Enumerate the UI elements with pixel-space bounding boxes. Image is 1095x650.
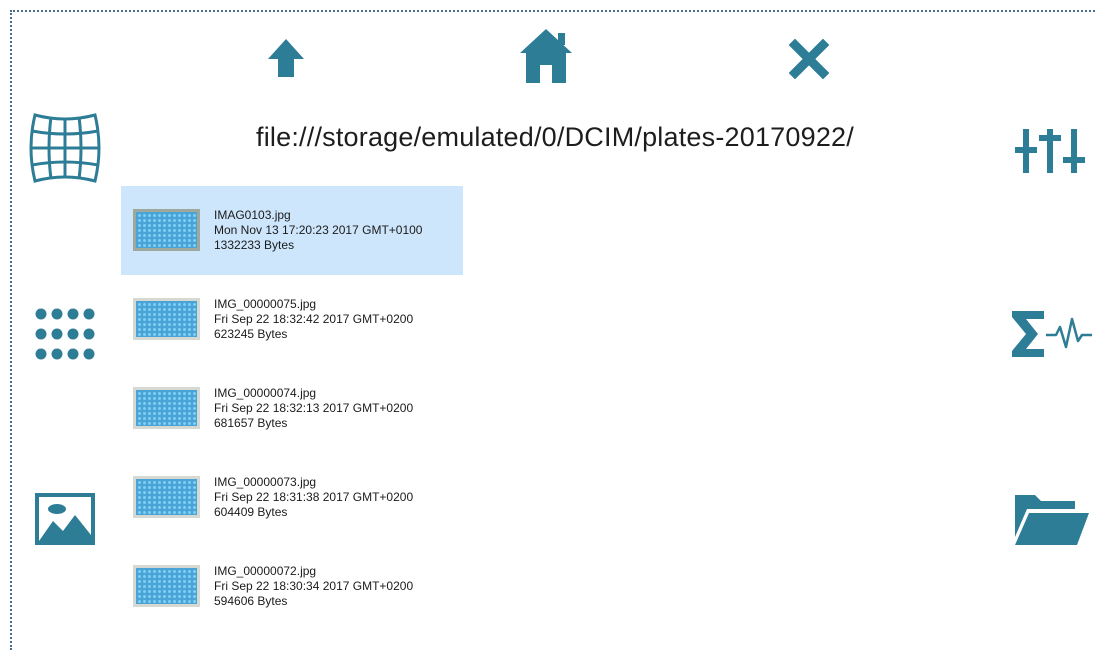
file-info: IMG_00000075.jpg Fri Sep 22 18:32:42 201… — [214, 297, 413, 342]
folder-open-icon — [1015, 495, 1089, 545]
file-thumbnail — [133, 565, 200, 607]
file-row[interactable]: IMG_00000075.jpg Fri Sep 22 18:32:42 201… — [121, 275, 463, 364]
up-button[interactable] — [262, 34, 310, 82]
file-date: Fri Sep 22 18:30:34 2017 GMT+0200 — [214, 579, 414, 593]
grid-warp-icon — [29, 113, 101, 183]
current-path: file:///storage/emulated/0/DCIM/plates-2… — [256, 122, 854, 152]
close-button[interactable] — [786, 36, 832, 82]
file-name: IMG_00000074.jpg — [214, 386, 317, 400]
file-thumbnail — [133, 476, 200, 518]
open-folder-button[interactable] — [1010, 486, 1090, 548]
file-info: IMG_00000074.jpg Fri Sep 22 18:32:13 201… — [214, 386, 413, 431]
home-icon — [520, 29, 572, 83]
file-name: IMG_00000075.jpg — [214, 297, 317, 311]
arrow-up-icon — [268, 39, 304, 77]
dot-matrix-icon — [35, 308, 95, 360]
file-row[interactable]: IMG_00000074.jpg Fri Sep 22 18:32:13 201… — [121, 364, 463, 453]
home-button[interactable] — [516, 26, 576, 86]
image-icon — [35, 493, 95, 545]
file-date: Fri Sep 22 18:31:38 2017 GMT+0200 — [214, 490, 414, 504]
statistics-button[interactable] — [1008, 304, 1094, 364]
close-icon — [789, 39, 829, 79]
sliders-icon — [1015, 129, 1085, 173]
file-name: IMG_00000072.jpg — [214, 564, 317, 578]
image-button[interactable] — [32, 490, 98, 548]
sum-signal-icon — [1012, 311, 1092, 357]
file-date: Fri Sep 22 18:32:42 2017 GMT+0200 — [214, 312, 414, 326]
file-size: 623245 Bytes — [214, 327, 288, 341]
file-info: IMAG0103.jpg Mon Nov 13 17:20:23 2017 GM… — [214, 208, 422, 253]
file-size: 604409 Bytes — [214, 505, 288, 519]
file-row[interactable]: IMG_00000073.jpg Fri Sep 22 18:31:38 201… — [121, 453, 463, 542]
file-size: 594606 Bytes — [214, 594, 288, 608]
file-thumbnail — [133, 209, 200, 251]
file-thumbnail — [133, 387, 200, 429]
file-name: IMAG0103.jpg — [214, 208, 291, 222]
file-date: Fri Sep 22 18:32:13 2017 GMT+0200 — [214, 401, 414, 415]
file-row[interactable]: IMG_00000072.jpg Fri Sep 22 18:30:34 201… — [121, 542, 463, 631]
grid-button[interactable] — [24, 108, 106, 188]
file-name: IMG_00000073.jpg — [214, 475, 317, 489]
file-size: 1332233 Bytes — [214, 238, 295, 252]
file-date: Mon Nov 13 17:20:23 2017 GMT+0100 — [214, 223, 423, 237]
file-size: 681657 Bytes — [214, 416, 288, 430]
settings-button[interactable] — [1012, 124, 1088, 178]
file-list: IMAG0103.jpg Mon Nov 13 17:20:23 2017 GM… — [121, 186, 463, 631]
dots-button[interactable] — [30, 304, 100, 364]
file-row[interactable]: IMAG0103.jpg Mon Nov 13 17:20:23 2017 GM… — [121, 186, 463, 275]
file-info: IMG_00000072.jpg Fri Sep 22 18:30:34 201… — [214, 564, 413, 609]
file-info: IMG_00000073.jpg Fri Sep 22 18:31:38 201… — [214, 475, 413, 520]
file-thumbnail — [133, 298, 200, 340]
